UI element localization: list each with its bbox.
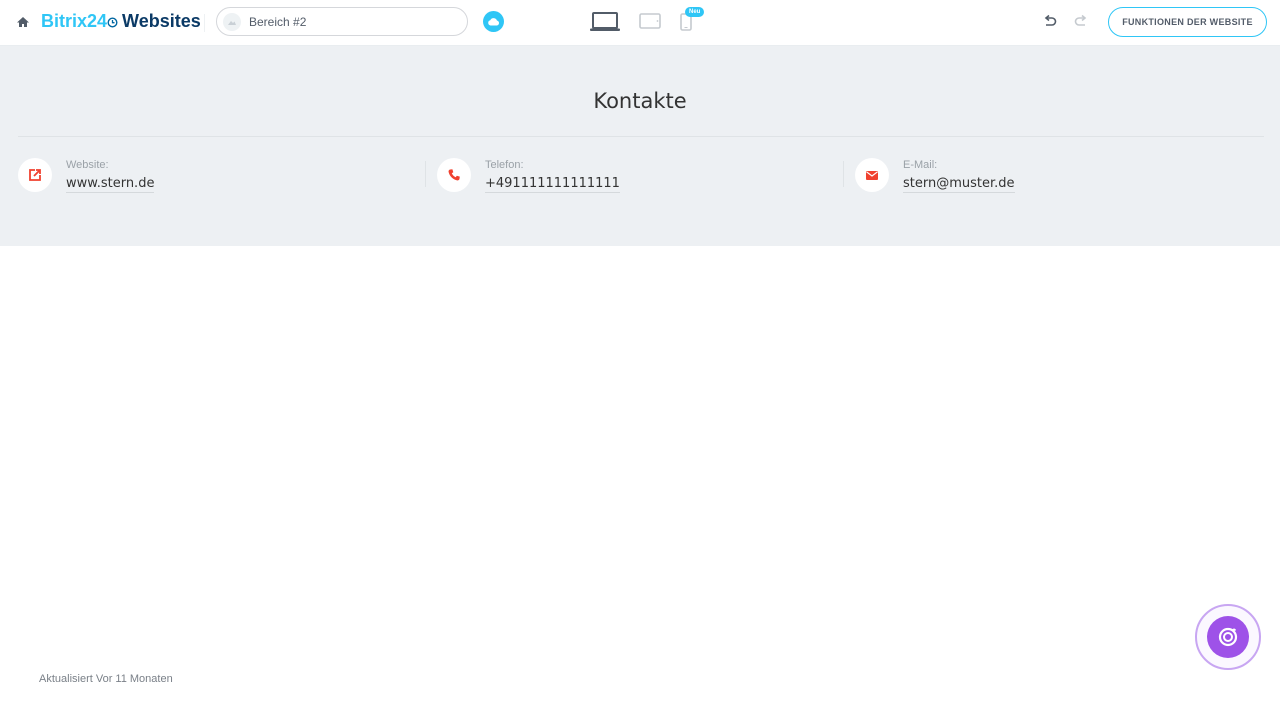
assistant-button[interactable] <box>1195 604 1261 670</box>
separator <box>204 14 205 32</box>
contact-label: Website: <box>66 159 109 171</box>
top-bar: Bitrix24 Websites Bereich #2 Neu FUNKTION… <box>0 0 1280 46</box>
email-link[interactable]: stern@muster.de <box>903 176 1015 193</box>
phone-icon <box>437 158 471 192</box>
column-separator <box>843 161 844 187</box>
redo-icon[interactable] <box>1073 14 1089 35</box>
brand-logo[interactable]: Bitrix24 Websites <box>41 11 201 33</box>
column-separator <box>425 161 426 187</box>
copilot-icon <box>1207 616 1249 658</box>
divider <box>18 136 1264 137</box>
desktop-view-icon[interactable] <box>590 12 620 37</box>
site-thumbnail-icon <box>223 12 241 31</box>
last-updated-text: Aktualisiert Vor 11 Monaten <box>39 673 173 685</box>
clock-icon <box>107 12 118 33</box>
website-link[interactable]: www.stern.de <box>66 176 155 193</box>
brand-name: Bitrix24 <box>41 11 108 31</box>
envelope-icon <box>855 158 889 192</box>
contact-label: Telefon: <box>485 159 524 171</box>
undo-icon[interactable] <box>1042 14 1058 35</box>
new-badge: Neu <box>685 7 705 17</box>
section-title: Kontakte <box>593 89 687 113</box>
brand-product: Websites <box>122 11 201 31</box>
site-features-button[interactable]: FUNKTIONEN DER WEBSITE <box>1108 7 1267 37</box>
site-name: Bereich #2 <box>249 14 307 29</box>
contact-label: E-Mail: <box>903 159 938 171</box>
external-link-icon <box>18 158 52 192</box>
tablet-view-icon[interactable] <box>639 12 661 35</box>
site-selector[interactable]: Bereich #2 <box>216 7 468 36</box>
phone-link[interactable]: +491111111111111 <box>485 176 620 193</box>
cloud-icon[interactable] <box>483 11 504 32</box>
home-icon[interactable] <box>14 13 32 31</box>
contacts-section: Kontakte Website: www.stern.de Telefon: … <box>0 46 1280 246</box>
